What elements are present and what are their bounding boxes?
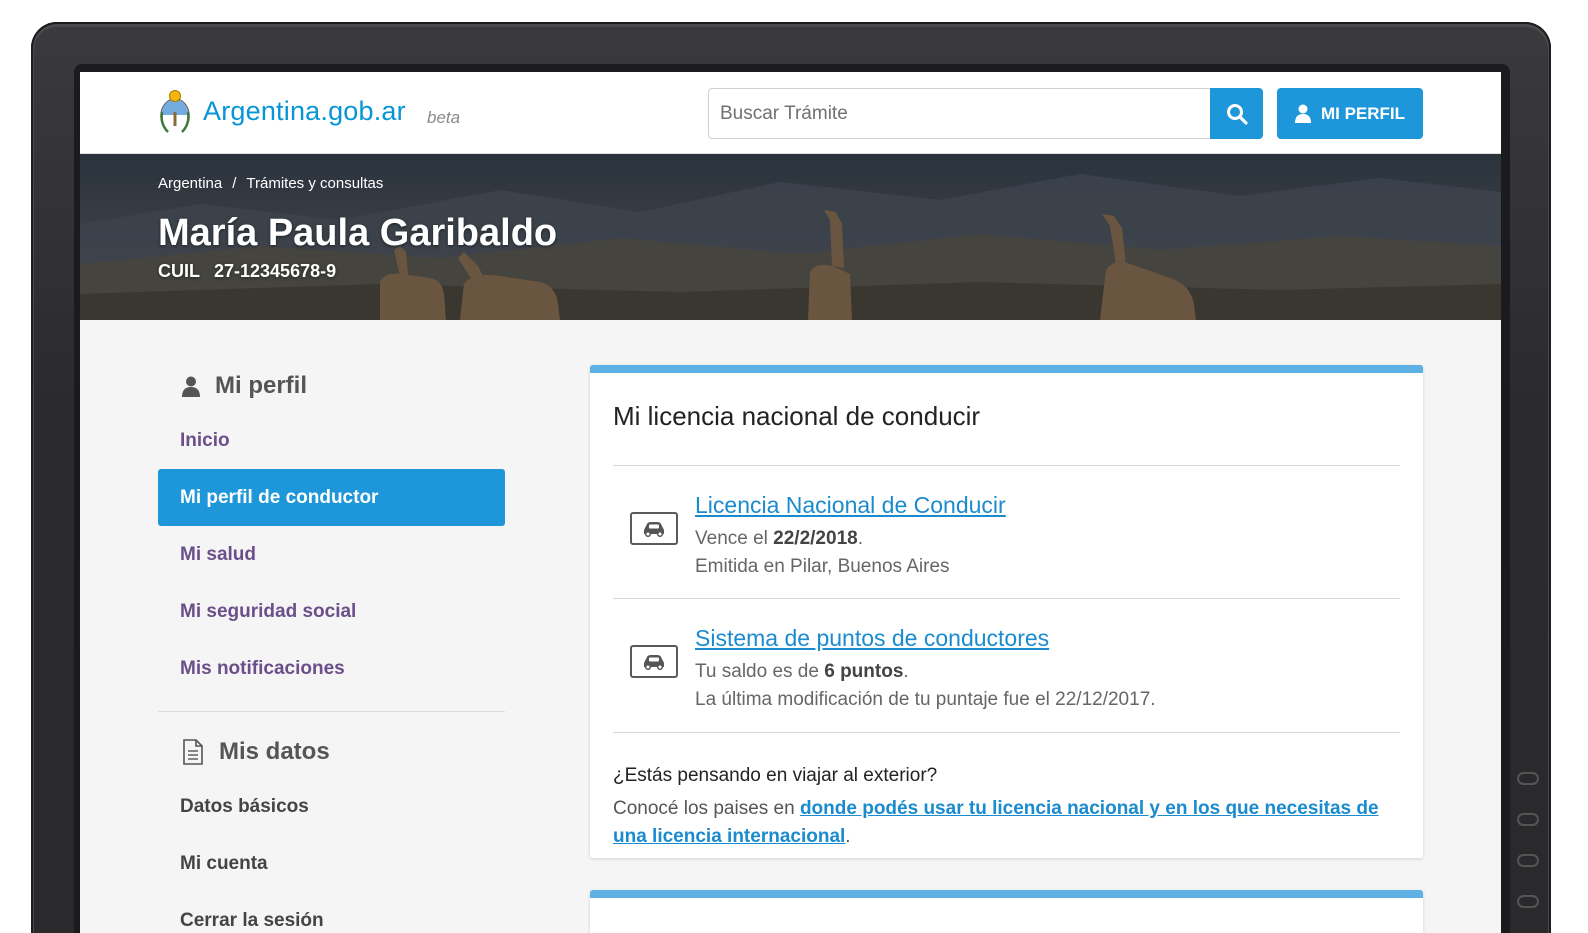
search-input[interactable] (708, 88, 1211, 139)
sidebar-item-inicio[interactable]: Inicio (158, 412, 505, 469)
travel-text: Conocé los paises en donde podés usar tu… (613, 795, 1393, 851)
search-button[interactable] (1210, 88, 1263, 139)
breadcrumb-separator: / (232, 175, 237, 192)
sidebar-item-mi-cuenta[interactable]: Mi cuenta (158, 835, 505, 892)
monitor-button (1517, 854, 1539, 867)
site-logo-text[interactable]: Argentina.gob.ar (203, 96, 406, 127)
license-expiry-suffix: . (857, 528, 863, 549)
document-icon (183, 739, 203, 765)
breadcrumb-link-argentina[interactable]: Argentina (158, 175, 222, 192)
license-link[interactable]: Licencia Nacional de Conducir (695, 492, 1006, 519)
travel-question: ¿Estás pensando en viajar al exterior? (613, 765, 938, 786)
screen: Argentina.gob.ar beta MI PERFIL (80, 72, 1501, 933)
sidebar-item-seguridad-social[interactable]: Mi seguridad social (158, 583, 505, 640)
hero-banner: Argentina / Trámites y consultas María P… (80, 154, 1501, 320)
sidebar-section-data: Mis datos (158, 728, 505, 776)
site-header: Argentina.gob.ar beta MI PERFIL (80, 72, 1501, 154)
user-name-title: María Paula Garibaldo (158, 212, 558, 254)
monitor-button (1517, 895, 1539, 908)
coat-of-arms-icon[interactable] (158, 88, 192, 136)
sidebar-divider (158, 711, 505, 712)
breadcrumb: Argentina / Trámites y consultas (158, 175, 383, 192)
license-issued: Emitida en Pilar, Buenos Aires (695, 556, 950, 577)
license-expiry: Vence el 22/2/2018. (695, 528, 863, 550)
search-icon (1226, 103, 1248, 125)
user-icon (1294, 104, 1311, 123)
sidebar-item-perfil-conductor[interactable]: Mi perfil de conductor (158, 469, 505, 526)
user-icon (182, 376, 200, 397)
points-last-change: La última modificación de tu puntaje fue… (695, 689, 1156, 710)
sidebar-item-datos-basicos[interactable]: Datos básicos (158, 778, 505, 835)
sidebar: Mi perfil Inicio Mi perfil de conductor … (158, 362, 505, 933)
card-divider (613, 598, 1400, 599)
second-card (590, 890, 1423, 933)
license-card: Mi licencia nacional de conducir Licenci… (590, 365, 1423, 858)
monitor-button (1517, 772, 1539, 785)
sidebar-item-cerrar-sesion[interactable]: Cerrar la sesión (158, 892, 505, 933)
beta-badge: beta (427, 108, 461, 127)
travel-prefix: Conocé los paises en (613, 798, 800, 819)
cuil-value: 27-12345678-9 (214, 261, 337, 281)
travel-suffix: . (845, 826, 851, 847)
monitor-button (1517, 813, 1539, 826)
license-expiry-date: 22/2/2018 (773, 528, 858, 549)
sidebar-section-data-title: Mis datos (219, 738, 330, 765)
sidebar-section-profile-title: Mi perfil (215, 372, 308, 399)
my-profile-button[interactable]: MI PERFIL (1277, 88, 1423, 139)
car-icon (630, 645, 678, 678)
card-divider (613, 732, 1400, 733)
car-icon (630, 512, 678, 545)
sidebar-item-notificaciones[interactable]: Mis notificaciones (158, 640, 505, 697)
points-balance-prefix: Tu saldo es de (695, 661, 825, 682)
cuil-line: CUIL 27-12345678-9 (158, 261, 336, 282)
sidebar-section-profile: Mi perfil (158, 362, 505, 410)
points-balance-value: 6 puntos (824, 661, 904, 682)
cuil-label: CUIL (158, 261, 200, 281)
card-divider (613, 465, 1400, 466)
sidebar-item-salud[interactable]: Mi salud (158, 526, 505, 583)
monitor-side-buttons (1517, 772, 1541, 933)
breadcrumb-link-tramites[interactable]: Trámites y consultas (246, 175, 383, 192)
card-title: Mi licencia nacional de conducir (613, 401, 981, 431)
points-balance: Tu saldo es de 6 puntos. (695, 661, 909, 683)
my-profile-label: MI PERFIL (1320, 103, 1406, 123)
points-system-link[interactable]: Sistema de puntos de conductores (695, 625, 1049, 652)
license-expiry-prefix: Vence el (695, 528, 774, 549)
points-balance-suffix: . (903, 661, 909, 682)
